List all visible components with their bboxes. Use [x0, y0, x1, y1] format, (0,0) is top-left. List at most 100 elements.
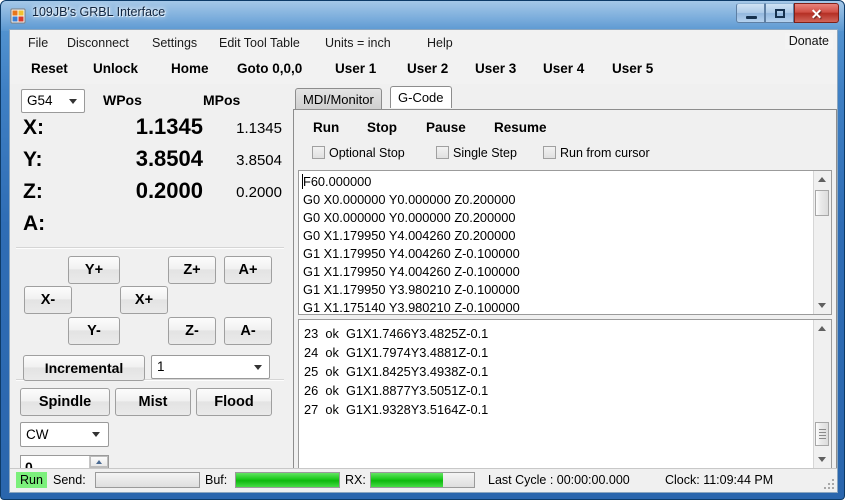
user5-button[interactable]: User 5 [609, 59, 656, 78]
spindle-direction-select[interactable]: CW [20, 422, 109, 447]
tool-bar: Reset Unlock Home Goto 0,0,0 User 1 User… [10, 56, 837, 84]
triangle-up-icon [818, 326, 826, 331]
wpos-value-z: 0.2000 [135, 178, 203, 203]
goto-zero-button[interactable]: Goto 0,0,0 [234, 59, 305, 78]
reset-button[interactable]: Reset [28, 59, 71, 78]
chevron-down-icon [69, 99, 77, 104]
work-offset-select[interactable]: G54 [21, 89, 85, 113]
scrollbar-thumb[interactable] [815, 422, 829, 446]
triangle-up-icon [96, 460, 102, 464]
user4-button[interactable]: User 4 [540, 59, 587, 78]
menu-item-help[interactable]: Help [423, 34, 457, 52]
jog-y-plus-button[interactable]: Y+ [68, 256, 120, 284]
gcode-line: G0 X0.000000 Y0.000000 Z0.200000 [303, 210, 516, 225]
work-offset-value: G54 [27, 93, 53, 108]
unlock-button[interactable]: Unlock [90, 59, 141, 78]
menu-item-file[interactable]: File [24, 34, 52, 52]
jog-y-minus-button[interactable]: Y- [68, 317, 120, 345]
scroll-up-button[interactable] [814, 171, 830, 188]
mist-button[interactable]: Mist [115, 388, 191, 416]
monitor-line: 26 ok G1X1.8877Y3.5051Z-0.1 [304, 383, 489, 398]
chevron-down-icon [254, 365, 262, 370]
incremental-button[interactable]: Incremental [23, 355, 145, 381]
gcode-run-button[interactable]: Run [310, 118, 342, 137]
user3-button[interactable]: User 3 [472, 59, 519, 78]
checkbox-indicator [543, 146, 556, 159]
menu-item-disconnect[interactable]: Disconnect [63, 34, 133, 52]
menu-bar: File Disconnect Settings Edit Tool Table… [10, 30, 837, 56]
maximize-button[interactable] [765, 3, 794, 23]
spindle-speed-increment-button[interactable] [90, 456, 108, 467]
application-window: 109JB's GRBL Interface ✕ File Disconnect… [0, 0, 845, 500]
flood-button[interactable]: Flood [196, 388, 272, 416]
axis-label-y: Y: [23, 148, 43, 171]
gcode-pause-button[interactable]: Pause [423, 118, 469, 137]
spindle-direction-value: CW [26, 427, 49, 442]
g-code-tab-page: Run Stop Pause Resume Optional Stop Sing… [293, 109, 837, 490]
jog-x-plus-button[interactable]: X+ [120, 286, 168, 314]
form-window-icon [10, 8, 26, 24]
scroll-down-button[interactable] [814, 297, 830, 314]
optional-stop-checkbox[interactable]: Optional Stop [312, 146, 405, 160]
gcode-vertical-scrollbar[interactable] [813, 171, 831, 314]
mpos-value-z: 0.2000 [236, 184, 282, 201]
window-title: 109JB's GRBL Interface [32, 5, 166, 19]
rx-progress-bar [370, 472, 475, 488]
gcode-line: G0 X1.179950 Y4.004260 Z0.200000 [303, 228, 516, 243]
mpos-header: MPos [203, 92, 241, 108]
wpos-value-y: 3.8504 [135, 146, 203, 171]
gcode-line: G0 X0.000000 Y0.000000 Z0.200000 [303, 192, 516, 207]
clock-label: Clock: 11:09:44 PM [665, 473, 774, 487]
gcode-line: G1 X1.179950 Y4.004260 Z-0.100000 [303, 264, 520, 279]
minimize-icon [746, 16, 757, 19]
tab-g-code[interactable]: G-Code [390, 86, 452, 108]
axis-label-z: Z: [23, 180, 43, 203]
maximize-icon [775, 9, 785, 18]
monitor-vertical-scrollbar[interactable] [813, 320, 831, 468]
menu-item-edit-tool-table[interactable]: Edit Tool Table [215, 34, 304, 52]
title-bar[interactable]: 109JB's GRBL Interface ✕ [1, 1, 845, 29]
step-size-select[interactable]: 1 [151, 355, 270, 379]
monitor-line: 23 ok G1X1.7466Y3.4825Z-0.1 [304, 326, 489, 341]
gcode-stop-button[interactable]: Stop [364, 118, 400, 137]
step-size-value: 1 [157, 359, 165, 374]
gcode-line: F60.000000 [303, 174, 372, 189]
monitor-line: 24 ok G1X1.7974Y3.4881Z-0.1 [304, 345, 489, 360]
triangle-down-icon [818, 457, 826, 462]
home-button[interactable]: Home [168, 59, 212, 78]
single-step-checkbox[interactable]: Single Step [436, 146, 517, 160]
wpos-header: WPos [103, 92, 142, 108]
spindle-button[interactable]: Spindle [20, 388, 110, 416]
scroll-down-button[interactable] [814, 451, 830, 468]
scrollbar-thumb[interactable] [815, 190, 829, 216]
gcode-text-area[interactable]: F60.000000 G0 X0.000000 Y0.000000 Z0.200… [298, 170, 832, 315]
menu-item-settings[interactable]: Settings [148, 34, 201, 52]
jog-a-plus-button[interactable]: A+ [224, 256, 272, 284]
jog-z-plus-button[interactable]: Z+ [168, 256, 216, 284]
minimize-button[interactable] [736, 3, 765, 23]
resize-grip[interactable] [822, 477, 834, 489]
text-caret [302, 174, 303, 189]
last-cycle-label: Last Cycle : 00:00:00.000 [488, 473, 630, 487]
run-from-cursor-label: Run from cursor [560, 146, 650, 160]
mpos-value-x: 1.1345 [236, 120, 282, 137]
donate-button[interactable]: Donate [784, 33, 833, 49]
scroll-up-button[interactable] [814, 320, 830, 337]
run-from-cursor-checkbox[interactable]: Run from cursor [543, 146, 650, 160]
jog-a-minus-button[interactable]: A- [224, 317, 272, 345]
gcode-resume-button[interactable]: Resume [491, 118, 550, 137]
monitor-text-area[interactable]: 23 ok G1X1.7466Y3.4825Z-0.1 24 ok G1X1.7… [298, 319, 832, 469]
monitor-line: 27 ok G1X1.9328Y3.5164Z-0.1 [304, 402, 489, 417]
user1-button[interactable]: User 1 [332, 59, 379, 78]
tab-mdi-monitor[interactable]: MDI/Monitor [295, 88, 382, 110]
client-area: File Disconnect Settings Edit Tool Table… [9, 29, 838, 493]
buf-progress-bar [235, 472, 340, 488]
gcode-line: G1 X1.175140 Y3.980210 Z-0.100000 [303, 300, 520, 315]
divider-dro [16, 247, 284, 249]
close-button[interactable]: ✕ [794, 3, 839, 23]
menu-item-units[interactable]: Units = inch [321, 34, 395, 52]
jog-z-minus-button[interactable]: Z- [168, 317, 216, 345]
user2-button[interactable]: User 2 [404, 59, 451, 78]
jog-x-minus-button[interactable]: X- [24, 286, 72, 314]
axis-label-a: A: [23, 212, 46, 235]
